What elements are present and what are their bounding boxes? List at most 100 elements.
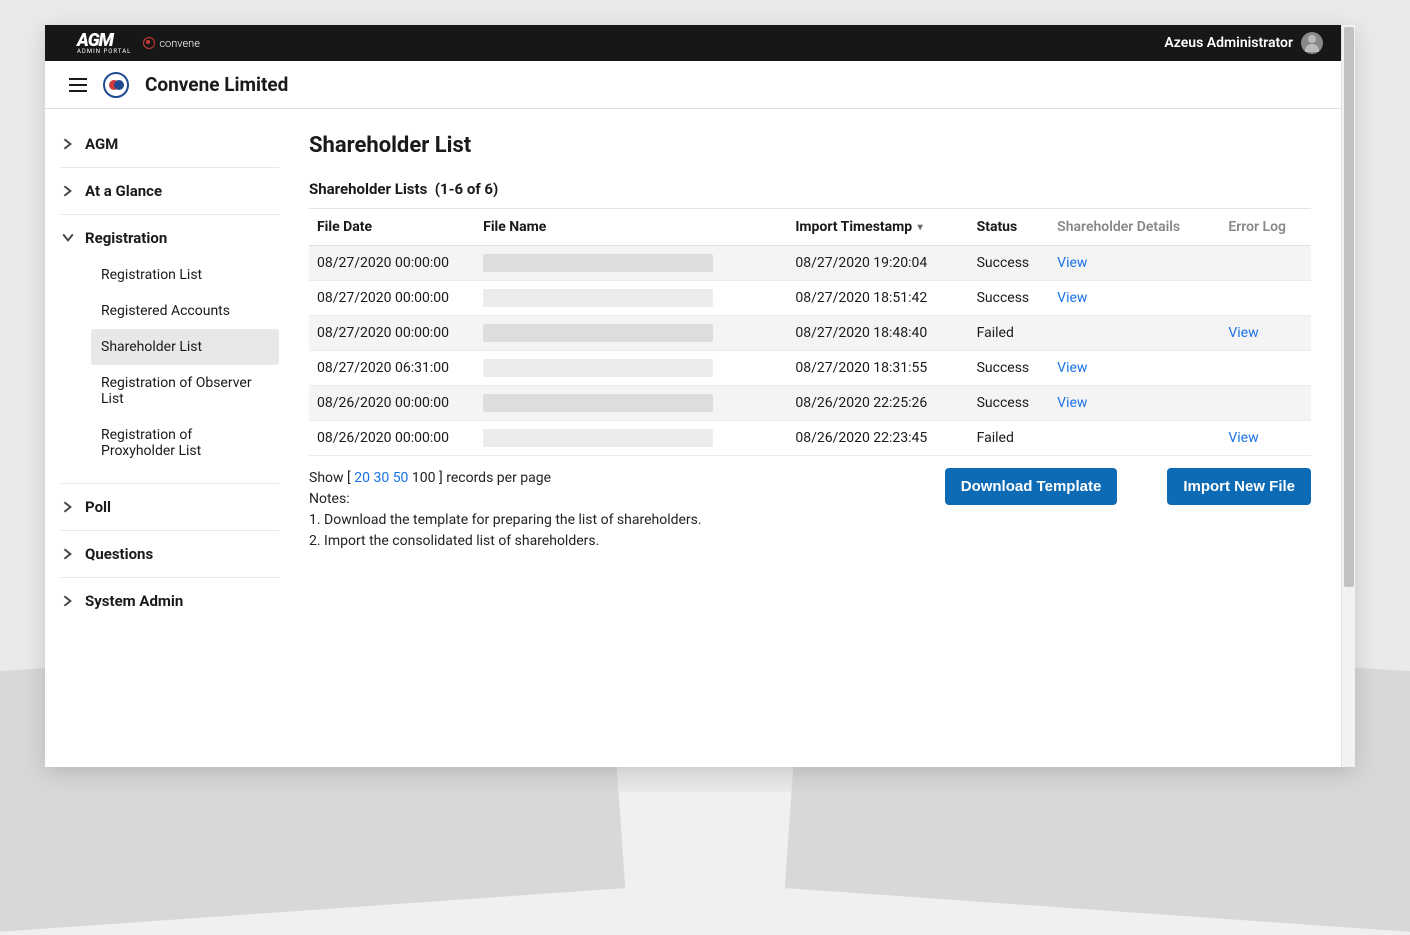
cell-status: Failed xyxy=(969,316,1050,351)
cell-shareholder-details: View xyxy=(1049,281,1220,316)
cell-file-date: 08/26/2020 00:00:00 xyxy=(309,421,475,456)
redacted-filename-placeholder xyxy=(483,429,713,447)
pager-option-20[interactable]: 20 xyxy=(354,470,370,486)
col-shareholder-details[interactable]: Shareholder Details xyxy=(1049,209,1220,246)
brand-secondary: convene xyxy=(143,37,200,50)
sidebar-item-agm[interactable]: AGM xyxy=(61,121,279,168)
table-row: 08/27/2020 00:00:0008/27/2020 19:20:04Su… xyxy=(309,246,1311,281)
cell-error-log xyxy=(1220,386,1311,421)
sidebar-item-at-a-glance[interactable]: At a Glance xyxy=(61,168,279,215)
chevron-right-icon xyxy=(61,185,75,197)
redacted-filename-placeholder xyxy=(483,359,713,377)
cell-file-name xyxy=(475,386,787,421)
cell-shareholder-details xyxy=(1049,316,1220,351)
table-row: 08/27/2020 00:00:0008/27/2020 18:48:40Fa… xyxy=(309,316,1311,351)
chevron-down-icon xyxy=(61,232,75,244)
sidebar-sub-label: Registered Accounts xyxy=(101,303,230,319)
sidebar-sub-label: Registration List xyxy=(101,267,202,283)
cell-shareholder-details: View xyxy=(1049,386,1220,421)
sidebar-item-system-admin[interactable]: System Admin xyxy=(61,578,279,624)
chevron-right-icon xyxy=(61,548,75,560)
cell-error-log xyxy=(1220,281,1311,316)
cell-status: Success xyxy=(969,281,1050,316)
cell-error-log xyxy=(1220,246,1311,281)
view-details-link[interactable]: View xyxy=(1057,290,1087,306)
import-new-file-button[interactable]: Import New File xyxy=(1167,468,1311,505)
table-footer-text: Show [ 20 30 50 100 ] records per page N… xyxy=(309,468,702,552)
brand-logo: AGM ADMIN PORTAL xyxy=(77,32,131,55)
view-details-link[interactable]: View xyxy=(1057,360,1087,376)
chevron-right-icon xyxy=(61,501,75,513)
cell-import-timestamp: 08/27/2020 18:48:40 xyxy=(787,316,968,351)
table-row: 08/26/2020 00:00:0008/26/2020 22:25:26Su… xyxy=(309,386,1311,421)
cell-status: Success xyxy=(969,351,1050,386)
note-line: 2. Import the consolidated list of share… xyxy=(309,533,599,549)
pager-option-30[interactable]: 30 xyxy=(373,470,389,486)
page-header: Convene Limited xyxy=(45,61,1355,109)
brand-subtext: ADMIN PORTAL xyxy=(77,49,131,55)
convene-mark-icon xyxy=(143,37,155,49)
cell-file-date: 08/27/2020 00:00:00 xyxy=(309,281,475,316)
col-error-log[interactable]: Error Log xyxy=(1220,209,1311,246)
avatar-icon[interactable] xyxy=(1301,32,1323,54)
company-name: Convene Limited xyxy=(145,73,288,96)
sidebar-item-poll[interactable]: Poll xyxy=(61,484,279,531)
scrollbar-thumb[interactable] xyxy=(1344,27,1354,587)
sidebar-sub-label: Registration of Observer List xyxy=(101,375,252,407)
chevron-right-icon xyxy=(61,595,75,607)
view-details-link[interactable]: View xyxy=(1057,395,1087,411)
brand-primary-text: AGM xyxy=(77,32,113,50)
cell-error-log xyxy=(1220,351,1311,386)
sidebar-item-label: System Admin xyxy=(85,592,183,610)
cell-shareholder-details: View xyxy=(1049,246,1220,281)
sidebar-item-label: Questions xyxy=(85,545,153,563)
sidebar-item-questions[interactable]: Questions xyxy=(61,531,279,578)
sort-descending-icon: ▾ xyxy=(918,222,923,233)
vertical-scrollbar[interactable] xyxy=(1341,25,1355,767)
cell-file-name xyxy=(475,351,787,386)
cell-import-timestamp: 08/27/2020 18:31:55 xyxy=(787,351,968,386)
sidebar-item-label: Poll xyxy=(85,498,111,516)
view-error-log-link[interactable]: View xyxy=(1228,430,1258,446)
list-heading-count: (1-6 of 6) xyxy=(435,180,499,198)
table-row: 08/26/2020 00:00:0008/26/2020 22:23:45Fa… xyxy=(309,421,1311,456)
note-line: 1. Download the template for preparing t… xyxy=(309,512,702,528)
sidebar-item-label: Registration xyxy=(85,229,167,247)
col-import-timestamp[interactable]: Import Timestamp ▾ xyxy=(787,209,968,246)
sidebar-sub-label: Shareholder List xyxy=(101,339,202,355)
sidebar-sub-registration-list[interactable]: Registration List xyxy=(91,257,279,293)
app-window: AGM ADMIN PORTAL convene Azeus Administr… xyxy=(45,25,1355,767)
col-file-name[interactable]: File Name xyxy=(475,209,787,246)
view-error-log-link[interactable]: View xyxy=(1228,325,1258,341)
table-row: 08/27/2020 00:00:0008/27/2020 18:51:42Su… xyxy=(309,281,1311,316)
col-status[interactable]: Status xyxy=(969,209,1050,246)
sidebar-sub-shareholder-list[interactable]: Shareholder List xyxy=(91,329,279,365)
sidebar-sub-registration-proxyholder-list[interactable]: Registration of Proxyholder List xyxy=(91,417,279,469)
cell-error-log: View xyxy=(1220,421,1311,456)
brand-secondary-text: convene xyxy=(159,37,200,50)
sidebar: AGM At a Glance xyxy=(45,109,295,767)
download-template-button[interactable]: Download Template xyxy=(945,468,1118,505)
cell-file-name xyxy=(475,246,787,281)
pager-option-100[interactable]: 100 xyxy=(412,470,436,486)
cell-file-name xyxy=(475,421,787,456)
view-details-link[interactable]: View xyxy=(1057,255,1087,271)
notes-heading: Notes: xyxy=(309,491,350,507)
cell-import-timestamp: 08/26/2020 22:25:26 xyxy=(787,386,968,421)
sidebar-sub-registered-accounts[interactable]: Registered Accounts xyxy=(91,293,279,329)
chevron-right-icon xyxy=(61,138,75,150)
sidebar-sub-registration-observer-list[interactable]: Registration of Observer List xyxy=(91,365,279,417)
col-file-date[interactable]: File Date xyxy=(309,209,475,246)
user-menu[interactable]: Azeus Administrator xyxy=(1164,32,1323,54)
sidebar-item-registration[interactable]: Registration Registration List Registere… xyxy=(61,215,279,484)
sidebar-item-label: At a Glance xyxy=(85,182,162,200)
cell-file-name xyxy=(475,316,787,351)
table-row: 08/27/2020 06:31:0008/27/2020 18:31:55Su… xyxy=(309,351,1311,386)
company-logo-icon xyxy=(103,72,129,98)
hamburger-menu-icon[interactable] xyxy=(69,78,87,92)
cell-status: Success xyxy=(969,386,1050,421)
pager-option-50[interactable]: 50 xyxy=(393,470,409,486)
redacted-filename-placeholder xyxy=(483,394,713,412)
redacted-filename-placeholder xyxy=(483,324,713,342)
list-heading-base: Shareholder Lists xyxy=(309,180,427,198)
